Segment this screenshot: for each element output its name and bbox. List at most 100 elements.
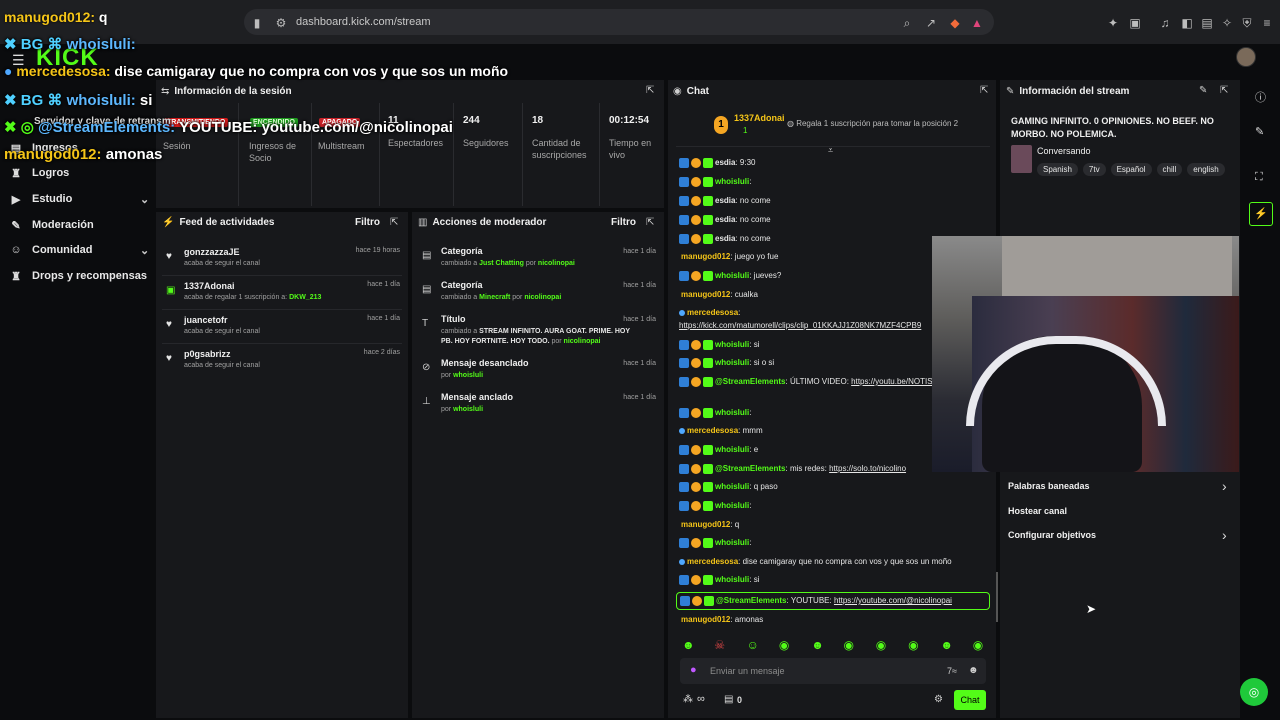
chat-username[interactable]: whoisluli: [715, 575, 749, 584]
emote-icon[interactable]: ◉: [779, 638, 789, 652]
url-text[interactable]: dashboard.kick.com/stream: [296, 16, 431, 28]
chat-message[interactable]: manugod012: amonas: [679, 613, 763, 627]
chevron-right-icon[interactable]: ›: [1222, 527, 1227, 543]
popout-icon[interactable]: ⇱: [646, 217, 654, 228]
chat-message[interactable]: manugod012: cualka: [679, 288, 758, 302]
brave-shield-icon[interactable]: ◆: [948, 16, 962, 30]
chat-username[interactable]: esdia: [715, 158, 735, 167]
chat-message[interactable]: mercedesosa: dise camigaray que no compr…: [679, 555, 952, 569]
7tv-icon[interactable]: 7≈: [947, 666, 957, 676]
chat-message[interactable]: https://kick.com/matumorell/clips/clip_0…: [679, 319, 921, 333]
sidebar-item-drops[interactable]: ♜ Drops y recompensas: [10, 266, 147, 286]
gift-prompt[interactable]: ◍ Regala 1 suscripción para tomar la pos…: [787, 119, 958, 128]
popout-icon[interactable]: ⇱: [390, 217, 398, 228]
extensions-icon[interactable]: ✦: [1106, 16, 1120, 30]
chat-scrollbar[interactable]: [996, 572, 998, 622]
chat-message[interactable]: mercedesosa:: [679, 306, 740, 320]
chat-username[interactable]: esdia: [715, 196, 735, 205]
chat-username[interactable]: whoisluli: [715, 482, 749, 491]
emote-icon[interactable]: ◉: [876, 638, 886, 652]
sidebar-item-logros[interactable]: ♜ Logros: [10, 163, 69, 183]
configure-goals-link[interactable]: Configurar objetivos: [1008, 530, 1096, 540]
emote-icon[interactable]: ☠: [714, 638, 725, 652]
screenshot-icon[interactable]: ▣: [1128, 16, 1142, 30]
chat-message[interactable]: mercedesosa: mmm: [679, 424, 763, 438]
support-chat-button[interactable]: ◎: [1240, 678, 1268, 706]
chat-message[interactable]: whoisluli:: [679, 406, 751, 420]
chat-username[interactable]: esdia: [715, 215, 735, 224]
feed-item-name[interactable]: gonzzazzaJE: [184, 247, 240, 257]
chat-message[interactable]: whoisluli: jueves?: [679, 269, 781, 283]
category-name[interactable]: Conversando: [1037, 146, 1091, 156]
user-avatar[interactable]: [1236, 47, 1256, 67]
chat-message[interactable]: esdia: no come: [679, 194, 771, 208]
wallet-icon[interactable]: ▤: [1200, 16, 1214, 30]
chat-text[interactable]: https://kick.com/matumorell/clips/clip_0…: [679, 321, 921, 330]
feed-filter-button[interactable]: Filtro: [355, 217, 380, 228]
emote-icon[interactable]: ☻: [940, 638, 953, 652]
banned-words-link[interactable]: Palabras baneadas: [1008, 481, 1090, 491]
emote-icon[interactable]: ◉: [908, 638, 918, 652]
chat-message[interactable]: whoisluli: si o si: [679, 356, 774, 370]
chat-message[interactable]: @StreamElements: mis redes: https://solo…: [679, 462, 906, 476]
sidebar-item-comunidad[interactable]: ☺ Comunidad ⌄: [10, 240, 150, 260]
tag-chip[interactable]: Español: [1110, 163, 1152, 176]
host-channel-link[interactable]: Hostear canal: [1008, 506, 1067, 516]
chevron-right-icon[interactable]: ›: [1222, 478, 1227, 494]
emote-icon[interactable]: ☻: [811, 638, 824, 652]
chat-message[interactable]: manugod012: q: [679, 518, 739, 532]
mod-action-user[interactable]: nicolinopai: [564, 338, 601, 345]
chat-username[interactable]: esdia: [715, 234, 735, 243]
emoji-icon[interactable]: ☻: [968, 665, 979, 676]
chat-message[interactable]: manugod012: juego yo fue: [679, 250, 778, 264]
chat-username[interactable]: mercedesosa: [687, 426, 738, 435]
mod-action-user[interactable]: whoisluli: [453, 372, 483, 379]
chat-message[interactable]: @StreamElements: ÚLTIMO VIDEO: https://y…: [679, 375, 933, 389]
chat-username[interactable]: manugod012: [681, 252, 730, 261]
edit-icon[interactable]: ✎: [1199, 85, 1207, 96]
collapse-icon[interactable]: ⩡: [828, 145, 833, 156]
chat-message[interactable]: whoisluli: si: [679, 338, 759, 352]
info-icon[interactable]: ⓘ: [1255, 89, 1266, 105]
emote-icon[interactable]: ◉: [844, 638, 854, 652]
quick-actions-icon[interactable]: ⚡: [1249, 202, 1273, 226]
chat-message[interactable]: whoisluli: si: [679, 573, 759, 587]
popout-icon[interactable]: ⇱: [646, 85, 654, 96]
sidebar-item-moderacion[interactable]: ✎ Moderación: [10, 215, 93, 235]
chat-settings-icon[interactable]: ⚙: [934, 694, 943, 705]
chat-link[interactable]: https://youtu.be/NOTIS: [851, 377, 932, 386]
share-icon[interactable]: ↗: [924, 16, 938, 30]
chat-username[interactable]: whoisluli: [715, 177, 749, 186]
chat-message[interactable]: @StreamElements: YOUTUBE: https://youtub…: [676, 592, 990, 610]
chat-message[interactable]: whoisluli: q paso: [679, 480, 778, 494]
bookmark-icon[interactable]: ▮: [250, 16, 264, 30]
chat-message[interactable]: whoisluli:: [679, 175, 751, 189]
tag-chip[interactable]: 7tv: [1082, 163, 1106, 176]
sidebar-item-estudio[interactable]: ▶ Estudio ⌄: [10, 189, 150, 209]
chat-send-button[interactable]: Chat: [954, 690, 986, 710]
chat-username[interactable]: @StreamElements: [716, 596, 787, 605]
tag-chip[interactable]: Spanish: [1037, 163, 1078, 176]
sidebar-icon[interactable]: ◧: [1180, 16, 1194, 30]
mod-action-user[interactable]: nicolinopai: [538, 260, 575, 267]
category-thumbnail[interactable]: [1011, 145, 1032, 173]
chat-username[interactable]: whoisluli: [715, 340, 749, 349]
music-icon[interactable]: ♫: [1158, 16, 1172, 30]
feed-item-name[interactable]: juancetofr: [184, 315, 228, 325]
feed-item-name[interactable]: 1337Adonai: [184, 281, 235, 291]
chat-username[interactable]: whoisluli: [715, 538, 749, 547]
emote-icon[interactable]: ☺: [747, 638, 759, 652]
chat-username[interactable]: whoisluli: [715, 358, 749, 367]
chat-username[interactable]: manugod012: [681, 520, 730, 529]
vpn-icon[interactable]: ⛨: [1240, 16, 1254, 30]
chat-message[interactable]: esdia: no come: [679, 232, 771, 246]
mod-action-user[interactable]: whoisluli: [453, 406, 483, 413]
chat-username[interactable]: mercedesosa: [687, 308, 738, 317]
chat-message[interactable]: whoisluli:: [679, 499, 751, 513]
zoom-icon[interactable]: ⌕: [900, 16, 914, 30]
chat-message[interactable]: whoisluli: e: [679, 443, 758, 457]
menu-icon[interactable]: ≡: [1260, 16, 1274, 30]
chat-message[interactable]: esdia: 9:30: [679, 156, 756, 170]
chat-username[interactable]: @StreamElements: [715, 377, 786, 386]
tag-chip[interactable]: chill: [1156, 163, 1183, 176]
